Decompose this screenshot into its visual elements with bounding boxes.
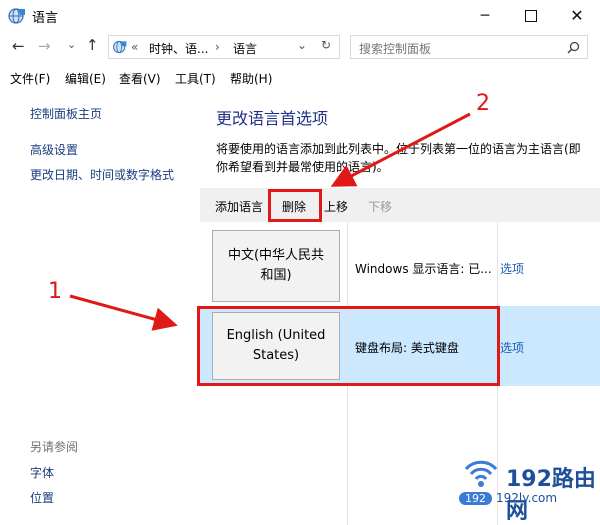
annotation-arrow-1 <box>69 294 178 331</box>
watermark-url: 192ly.com <box>496 491 558 505</box>
wifi-logo-icon <box>464 460 498 487</box>
annotation-arrow-2 <box>330 112 471 187</box>
watermark-prefix: 192 <box>459 492 492 505</box>
annotation-arrows <box>69 112 471 331</box>
